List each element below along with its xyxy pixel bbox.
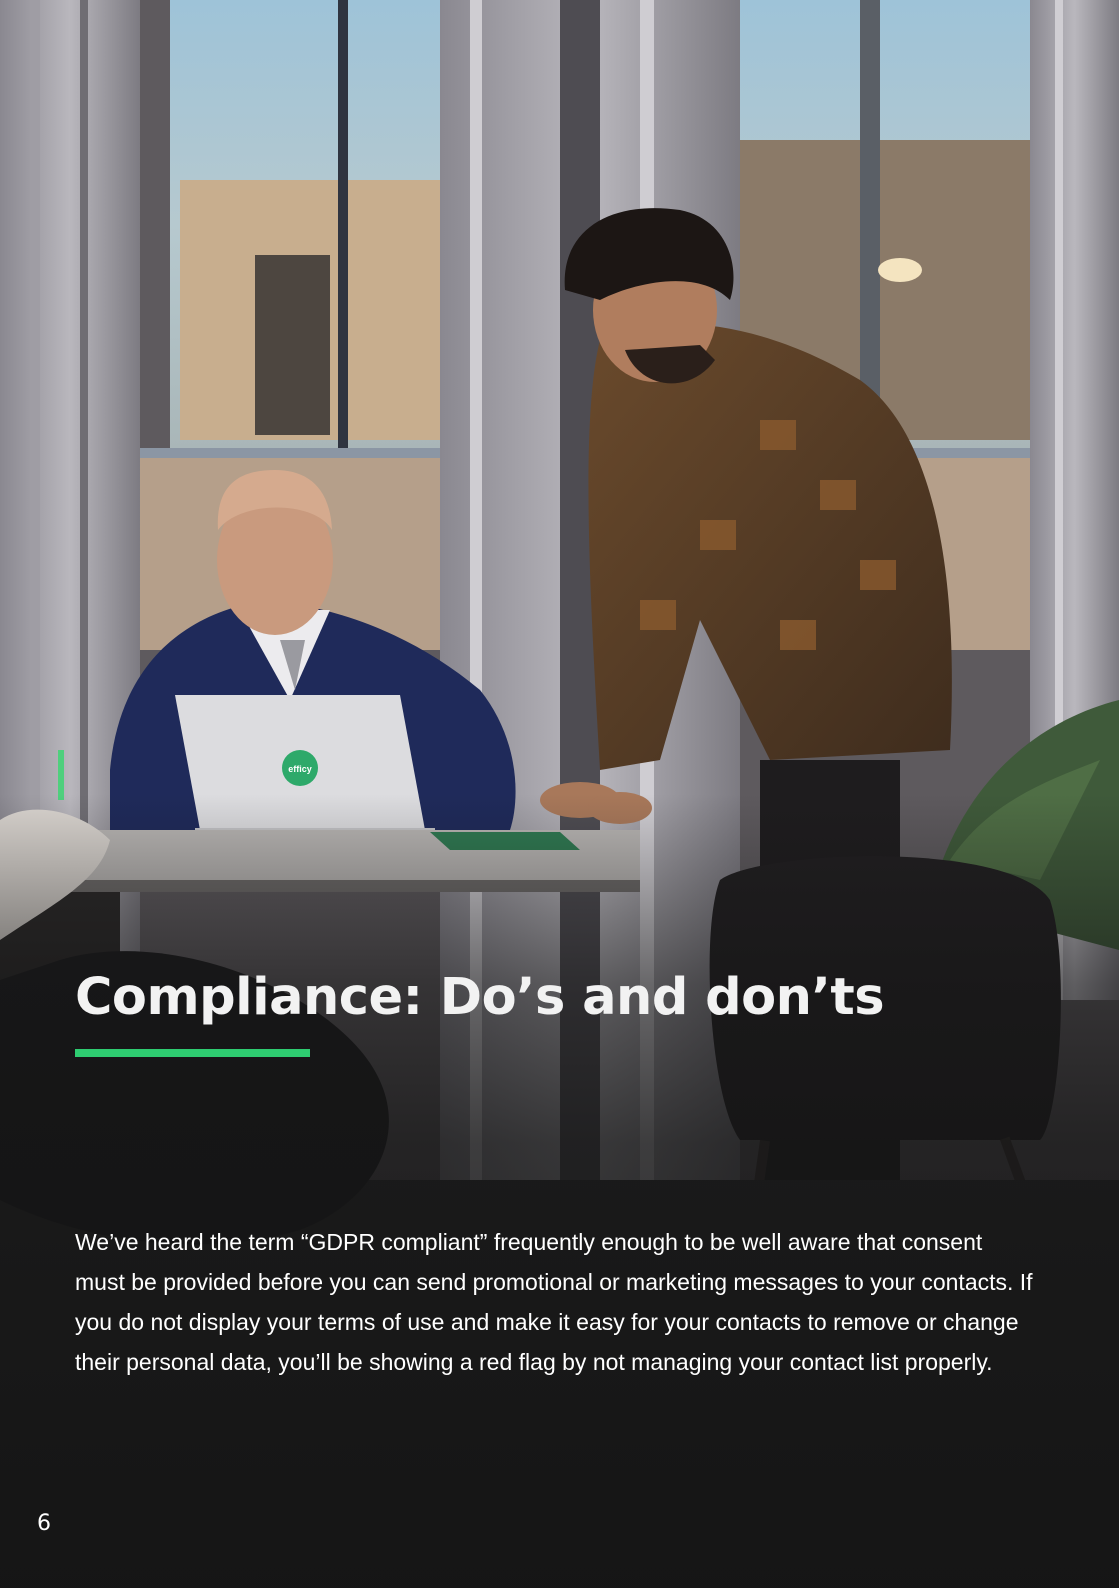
title-underline bbox=[75, 1049, 310, 1057]
page-title: Compliance: Do’s and don’ts bbox=[75, 968, 885, 1027]
document-page: efficy Compliance: Do’s and don’ts We’ve… bbox=[0, 0, 1119, 1588]
page-number: 6 bbox=[37, 1511, 51, 1536]
body-paragraph: We’ve heard the term “GDPR compliant” fr… bbox=[75, 1229, 1033, 1375]
